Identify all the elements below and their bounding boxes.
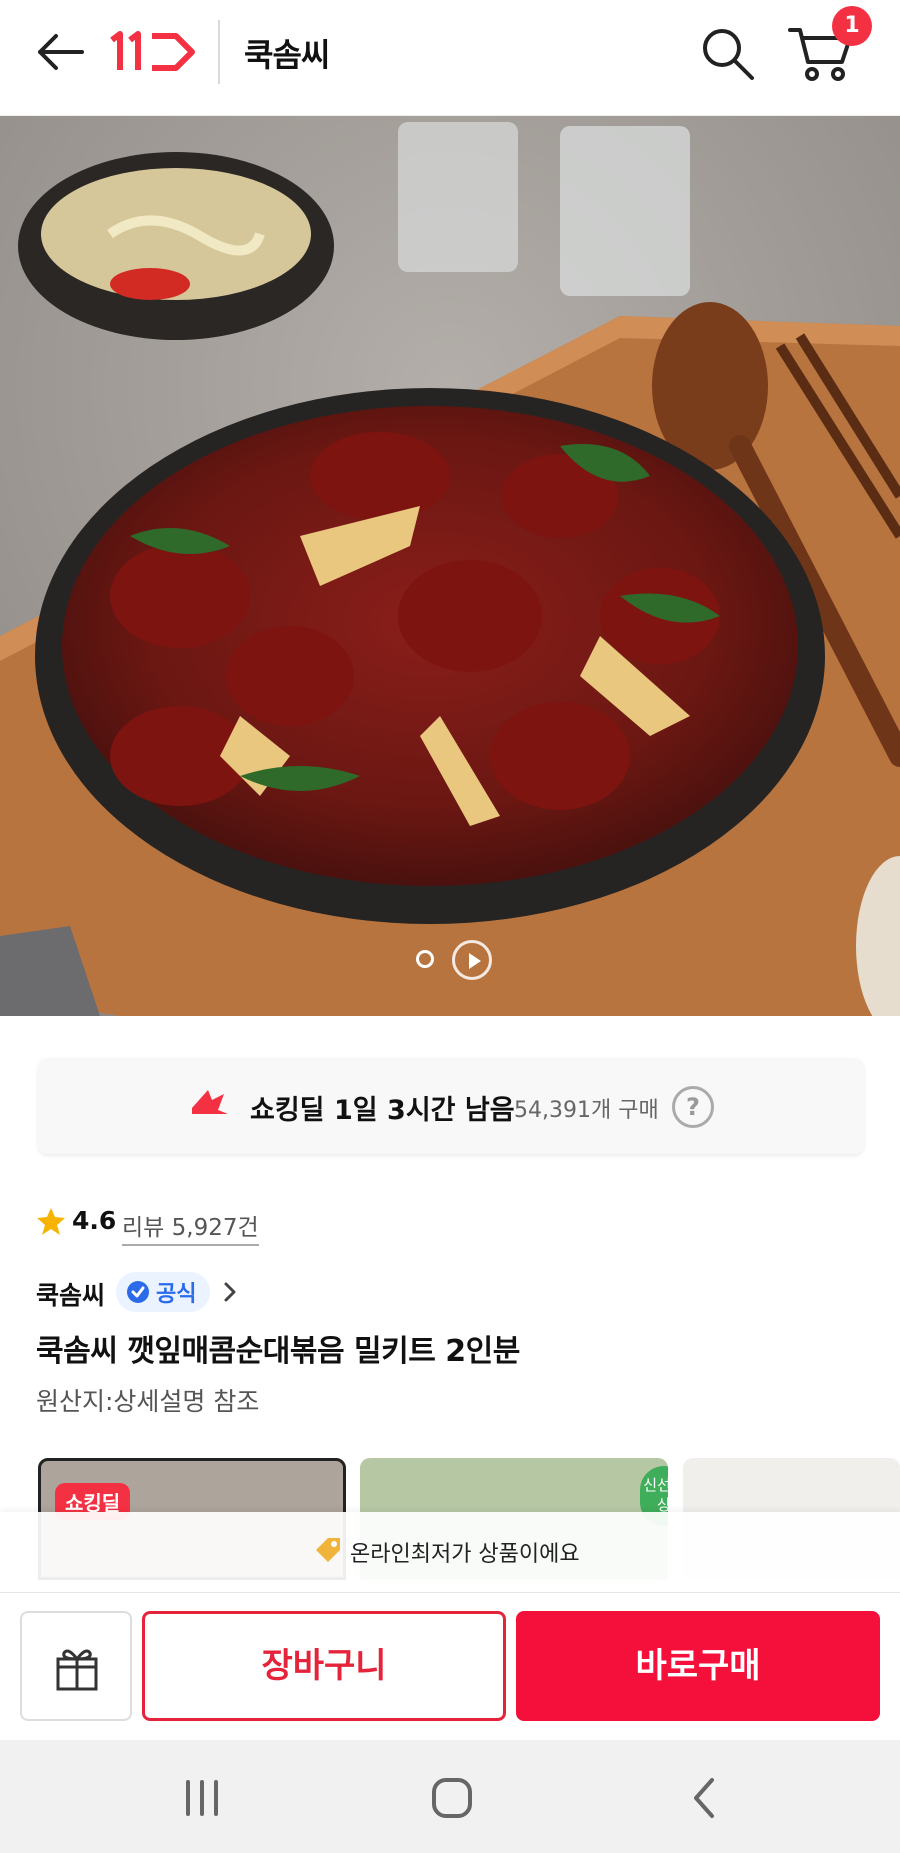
recents-icon[interactable] [172, 1776, 232, 1820]
lowest-price-text: 온라인최저가 상품이에요 [350, 1542, 580, 1567]
official-label: 공식 [156, 1282, 197, 1307]
rating-score: 4.6 [72, 1206, 117, 1235]
system-navigation-bar [0, 1740, 900, 1853]
search-icon[interactable] [698, 24, 758, 84]
chevron-right-icon[interactable] [222, 1280, 238, 1304]
price-tag-icon [316, 1538, 340, 1562]
help-icon[interactable]: ? [672, 1086, 714, 1128]
star-icon [37, 1208, 65, 1235]
cart-count-badge: 1 [832, 6, 872, 46]
back-icon[interactable] [676, 1776, 736, 1820]
home-icon[interactable] [422, 1776, 482, 1820]
product-image-carousel[interactable] [0, 116, 900, 1016]
top-app-bar: 쿡솜씨 1 [0, 0, 900, 116]
deal-time-left: 1일 3시간 남음 [334, 1095, 515, 1126]
seller-name[interactable]: 쿡솜씨 [36, 1276, 105, 1312]
header-divider [218, 20, 220, 84]
purchase-action-bar: 장바구니 바로구매 [0, 1592, 900, 1740]
shocking-deal-icon [192, 1090, 228, 1114]
buy-now-button[interactable]: 바로구매 [516, 1611, 880, 1721]
add-to-cart-button[interactable]: 장바구니 [142, 1611, 506, 1721]
eleven-street-logo[interactable] [106, 24, 198, 80]
carousel-dot-icon[interactable] [416, 950, 434, 968]
shocking-deal-banner: 쇼킹딜 1일 3시간 남음 54,391개 구매 ? [38, 1058, 864, 1154]
purchase-count: 54,391개 구매 [514, 1098, 659, 1123]
gift-icon [56, 1649, 98, 1691]
arrow-left-icon[interactable] [32, 28, 88, 76]
review-count-link[interactable]: 리뷰 5,927건 [122, 1208, 259, 1246]
product-title: 쿡솜씨 깻잎매콤순대볶음 밀키트 2인분 [36, 1334, 520, 1369]
origin-info: 원산지:상세설명 참조 [36, 1387, 260, 1416]
gift-button[interactable] [20, 1611, 132, 1721]
official-badge[interactable]: 공식 [116, 1272, 211, 1312]
deal-title: 쇼킹딜 [250, 1095, 325, 1126]
play-icon[interactable] [452, 940, 492, 980]
store-title[interactable]: 쿡솜씨 [244, 30, 330, 76]
lowest-price-notice: 온라인최저가 상품이에요 [0, 1512, 900, 1592]
verified-check-icon [127, 1281, 149, 1303]
product-photo [0, 116, 900, 1016]
